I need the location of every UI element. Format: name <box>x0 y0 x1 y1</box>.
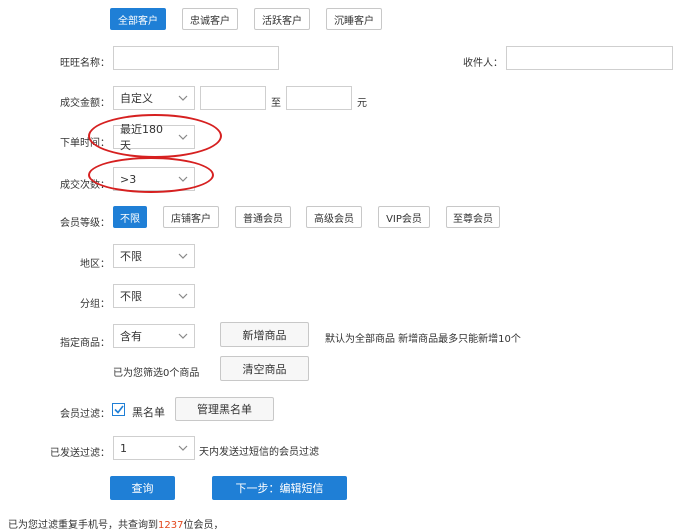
chevron-down-icon <box>172 437 194 459</box>
tab-dormant-customers[interactable]: 沉睡客户 <box>326 8 382 30</box>
recipient-label: 收件人： <box>463 58 503 69</box>
order-time-label: 下单时间： <box>60 138 110 149</box>
wangwang-label: 旺旺名称： <box>60 58 110 69</box>
region-label: 地区： <box>80 259 110 270</box>
group-select-value: 不限 <box>120 290 142 303</box>
deal-count-label: 成交次数： <box>60 180 110 191</box>
manage-blacklist-button[interactable]: 管理黑名单 <box>175 397 274 421</box>
result-count: 1237 <box>158 520 184 531</box>
clear-product-button[interactable]: 清空商品 <box>220 356 309 381</box>
product-select-value: 含有 <box>120 330 142 343</box>
sent-filter-select[interactable]: 1 <box>113 436 195 460</box>
add-product-button[interactable]: 新增商品 <box>220 322 309 347</box>
member-level-vip[interactable]: VIP会员 <box>378 206 430 228</box>
chevron-down-icon <box>172 325 194 347</box>
deal-count-select-value: >3 <box>120 172 137 186</box>
region-select-value: 不限 <box>120 250 142 263</box>
sent-filter-label: 已发送过滤： <box>50 448 110 459</box>
member-level-store[interactable]: 店铺客户 <box>163 206 219 228</box>
deal-count-select[interactable]: >3 <box>113 167 195 191</box>
chevron-down-icon <box>172 87 194 109</box>
check-icon <box>113 405 124 414</box>
chevron-down-icon <box>172 168 194 190</box>
amount-max-input[interactable] <box>286 86 352 110</box>
chevron-down-icon <box>172 245 194 267</box>
sent-filter-select-value: 1 <box>120 441 127 455</box>
product-hint: 默认为全部商品 新增商品最多只能新增10个 <box>325 334 521 345</box>
amount-to-text: 至 <box>271 98 281 109</box>
chevron-down-icon <box>172 285 194 307</box>
product-select[interactable]: 含有 <box>113 324 195 348</box>
amount-select[interactable]: 自定义 <box>113 86 195 110</box>
order-time-select-value: 最近180天 <box>120 123 163 152</box>
recipient-input[interactable] <box>506 46 673 70</box>
member-level-senior[interactable]: 高级会员 <box>306 206 362 228</box>
amount-min-input[interactable] <box>200 86 266 110</box>
product-label: 指定商品： <box>60 338 110 349</box>
tab-active-customers[interactable]: 活跃客户 <box>254 8 310 30</box>
group-select[interactable]: 不限 <box>113 284 195 308</box>
member-level-supreme[interactable]: 至尊会员 <box>446 206 500 228</box>
chevron-down-icon <box>172 126 194 148</box>
region-select[interactable]: 不限 <box>113 244 195 268</box>
member-level-label: 会员等级： <box>60 218 110 229</box>
blacklist-label: 黑名单 <box>132 406 165 419</box>
member-filter-label: 会员过滤： <box>60 409 110 420</box>
result-suffix: 位会员， <box>183 520 224 531</box>
group-label: 分组： <box>80 299 110 310</box>
wangwang-input[interactable] <box>113 46 279 70</box>
amount-unit-text: 元 <box>357 98 367 109</box>
tab-loyal-customers[interactable]: 忠诚客户 <box>182 8 238 30</box>
tab-all-customers[interactable]: 全部客户 <box>110 8 166 30</box>
order-time-select[interactable]: 最近180天 <box>113 123 195 152</box>
member-level-normal[interactable]: 普通会员 <box>235 206 291 228</box>
amount-label: 成交金额： <box>60 98 110 109</box>
result-prefix: 已为您过滤重复手机号，共查询到 <box>8 520 158 531</box>
member-level-all[interactable]: 不限 <box>113 206 147 228</box>
query-button[interactable]: 查询 <box>110 476 175 500</box>
sent-filter-hint: 天内发送过短信的会员过滤 <box>199 447 319 458</box>
selected-product-count: 已为您筛选0个商品 <box>113 368 200 379</box>
blacklist-checkbox[interactable] <box>112 403 125 416</box>
next-edit-sms-button[interactable]: 下一步：编辑短信 <box>212 476 347 500</box>
result-text: 已为您过滤重复手机号，共查询到1237位会员， <box>8 516 223 531</box>
amount-select-value: 自定义 <box>120 92 153 105</box>
